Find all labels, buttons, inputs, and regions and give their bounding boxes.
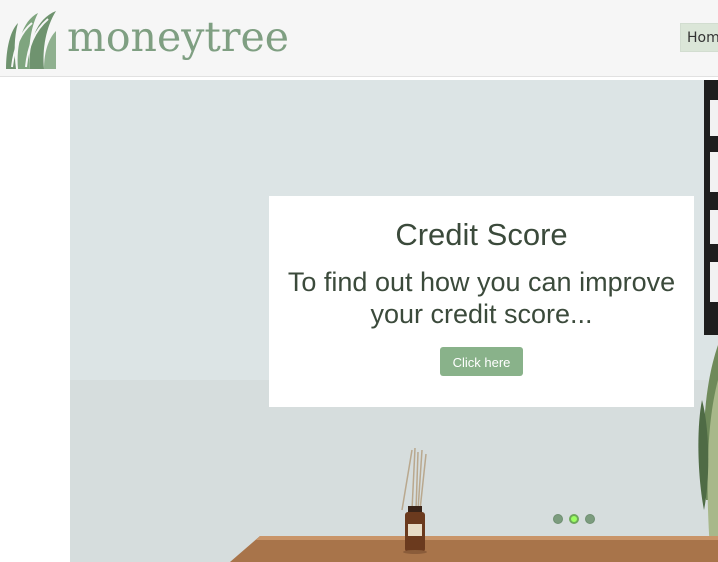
- caption-title: Credit Score: [395, 217, 568, 252]
- slide-indicator-1[interactable]: [553, 514, 563, 524]
- slide-indicator-3[interactable]: [585, 514, 595, 524]
- slider-indicators: [553, 514, 595, 524]
- slide-indicator-2[interactable]: [569, 514, 579, 524]
- logo-link[interactable]: moneytree: [4, 9, 289, 71]
- nav-home-link[interactable]: Home: [680, 23, 718, 52]
- site-header: moneytree Home: [0, 0, 718, 77]
- hero-slider: Credit Score To find out how you can imp…: [70, 80, 718, 562]
- brand-name: moneytree: [67, 13, 289, 61]
- click-here-button[interactable]: Click here: [440, 347, 523, 376]
- caption-text: To find out how you can improve your cre…: [287, 267, 676, 329]
- moneytree-logo-icon: [4, 9, 58, 71]
- slide-caption: Credit Score To find out how you can imp…: [269, 196, 694, 407]
